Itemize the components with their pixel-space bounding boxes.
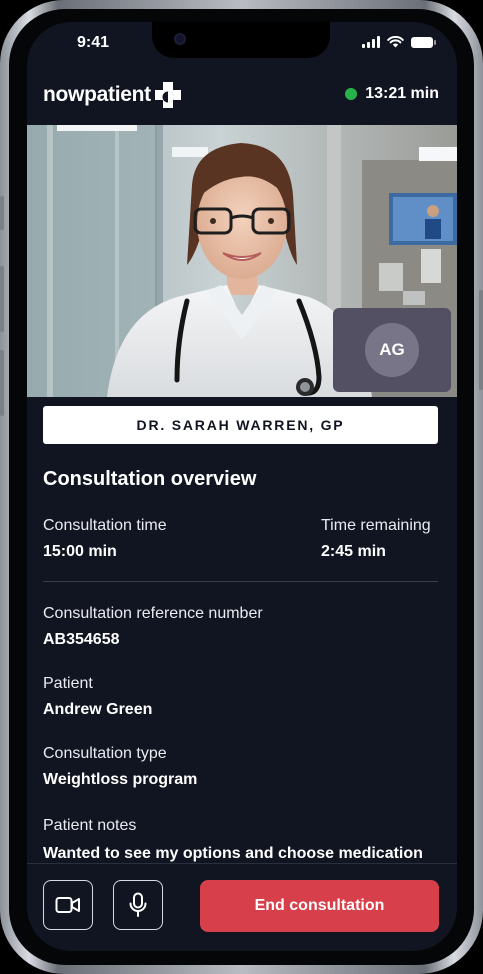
user-avatar: AG: [365, 323, 419, 377]
brand-cross-icon: [154, 82, 181, 108]
consultation-type-label: Consultation type: [43, 745, 167, 762]
camera-toggle-button[interactable]: [43, 880, 93, 930]
self-view: AG: [333, 308, 451, 392]
power-button: [479, 290, 483, 390]
brand-logo: nowpatient: [43, 81, 182, 109]
app-header: nowpatient 13:21 min: [27, 74, 457, 118]
volume-up-button: [0, 266, 4, 332]
status-time: 9:41: [77, 34, 110, 51]
consultation-time-label: Consultation time: [43, 517, 167, 534]
time-remaining-value: 2:45 min: [321, 543, 386, 560]
front-camera: [174, 33, 186, 45]
microphone-icon: [129, 892, 147, 917]
doctor-name-label: DR. SARAH WARREN, GP: [43, 406, 438, 444]
reference-label: Consultation reference number: [43, 605, 263, 622]
section-divider: [43, 581, 438, 582]
timer-value: 13:21 min: [365, 85, 439, 102]
microphone-toggle-button[interactable]: [113, 880, 163, 930]
battery-icon: [411, 36, 436, 48]
action-button: [0, 196, 4, 230]
patient-label: Patient: [43, 675, 93, 692]
end-consultation-button[interactable]: End consultation: [200, 880, 439, 932]
consultation-time-value: 15:00 min: [43, 543, 117, 560]
wifi-icon: [387, 36, 404, 48]
status-icons: [362, 34, 436, 50]
volume-down-button: [0, 350, 4, 416]
patient-notes-label: Patient notes: [43, 817, 137, 834]
live-indicator: [345, 88, 358, 100]
dynamic-island: [152, 22, 330, 58]
screen: 9:41 nowpatient 13:21 min AG DR. SARAH W…: [27, 22, 457, 951]
call-timer: 13:21 min: [345, 85, 439, 103]
time-remaining-label: Time remaining: [321, 517, 431, 534]
patient-notes-value: Wanted to see my options and choose medi…: [43, 845, 423, 862]
signal-icon: [362, 36, 380, 48]
patient-value: Andrew Green: [43, 701, 153, 718]
footer-divider: [27, 863, 457, 864]
brand-name: nowpatient: [43, 83, 151, 106]
overview-title: Consultation overview: [43, 468, 257, 490]
video-camera-icon: [55, 897, 80, 913]
reference-value: AB354658: [43, 631, 120, 648]
consultation-type-value: Weightloss program: [43, 771, 198, 788]
